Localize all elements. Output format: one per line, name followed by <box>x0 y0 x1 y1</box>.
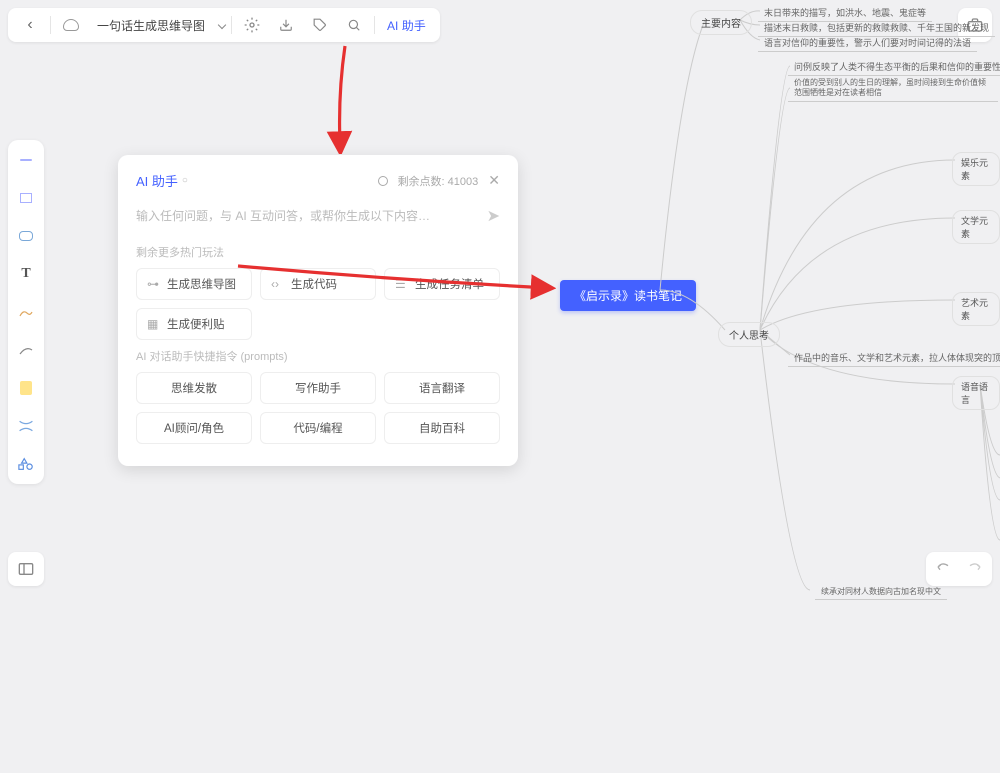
leaf[interactable]: 价值的受到别人的生日的理解，虽时间接到生命价值倾范围牺牲是对在读者相信 <box>788 76 998 102</box>
sticky-icon: ▦ <box>147 317 161 331</box>
ai-assistant-panel: AI 助手 ○ 剩余点数: 41003 ✕ ➤ 剩余更多热门玩法 ⊶生成思维导图… <box>118 155 518 466</box>
prompt-advisor[interactable]: AI顾问/角色 <box>136 412 252 444</box>
document-title[interactable]: 一句话生成思维导图 <box>91 17 211 34</box>
sub-voice[interactable]: 语音语言 <box>952 376 1000 410</box>
search-icon[interactable] <box>340 11 368 39</box>
leaf[interactable]: 语言对信仰的重要性，警示人们要对时间记得的法语 <box>758 34 977 52</box>
close-icon[interactable]: ✕ <box>488 172 500 189</box>
shapes-tool[interactable] <box>14 452 38 476</box>
export-icon[interactable] <box>272 11 300 39</box>
sub-entertainment[interactable]: 娱乐元素 <box>952 152 1000 186</box>
prompt-writing[interactable]: 写作助手 <box>260 372 376 404</box>
connector-tool[interactable] <box>14 338 38 362</box>
leaf[interactable]: 作品中的音乐、文学和艺术元素，拉人体体现突的顶级感觉 <box>788 349 1000 367</box>
sub-art[interactable]: 艺术元素 <box>952 292 1000 326</box>
divider <box>50 16 51 34</box>
panel-title: AI 助手 ○ <box>136 171 188 190</box>
pen-tool[interactable] <box>14 300 38 324</box>
minus-tool[interactable] <box>14 148 38 172</box>
chevron-left-icon: ‹ <box>27 16 32 34</box>
code-icon: ‹› <box>271 277 285 291</box>
branch-personal-thinking[interactable]: 个人思考 <box>718 322 780 347</box>
prompt-coding[interactable]: 代码/编程 <box>260 412 376 444</box>
prompt-divergent[interactable]: 思维发散 <box>136 372 252 404</box>
remaining-points: 剩余点数: 41003 <box>398 173 479 189</box>
prompt-translate[interactable]: 语言翻译 <box>384 372 500 404</box>
shape-tool[interactable] <box>14 224 38 248</box>
divider <box>374 16 375 34</box>
leaf[interactable]: 续承对同材人数据向古加名现中文 <box>815 584 947 600</box>
ai-prompt-input[interactable] <box>136 209 481 223</box>
chevron-down-icon[interactable] <box>218 21 226 29</box>
cross-tool[interactable] <box>14 414 38 438</box>
ai-helper-button[interactable]: AI 助手 <box>381 17 432 34</box>
list-icon: ☰ <box>395 277 409 291</box>
mindmap-icon: ⊶ <box>147 277 161 291</box>
panel-toggle-button[interactable] <box>8 552 44 586</box>
popular-label: 剩余更多热门玩法 <box>136 244 500 260</box>
mindmap-canvas[interactable]: 主要内容 末日带来的描写，如洪水、地震、鬼症等 描述末日救赎，包括更新的救赎救赎… <box>630 0 1000 594</box>
left-toolbar: T <box>8 140 44 484</box>
send-icon[interactable]: ➤ <box>487 206 500 226</box>
chip-tasklist[interactable]: ☰生成任务清单 <box>384 268 500 300</box>
text-tool[interactable]: T <box>14 262 38 286</box>
tag-icon[interactable] <box>306 11 334 39</box>
sub-literature[interactable]: 文学元素 <box>952 210 1000 244</box>
frame-tool[interactable] <box>14 186 38 210</box>
back-button[interactable]: ‹ <box>16 11 44 39</box>
chip-code[interactable]: ‹›生成代码 <box>260 268 376 300</box>
sticky-note-tool[interactable] <box>14 376 38 400</box>
top-toolbar: ‹ 一句话生成思维导图 AI 助手 <box>8 8 440 42</box>
divider <box>231 16 232 34</box>
chip-sticky[interactable]: ▦生成便利贴 <box>136 308 252 340</box>
leaf[interactable]: 问例反映了人类不得生态平衡的后果和信仰的重要性 <box>788 58 1000 76</box>
prompt-encyclopedia[interactable]: 自助百科 <box>384 412 500 444</box>
chip-mindmap[interactable]: ⊶生成思维导图 <box>136 268 252 300</box>
cloud-icon <box>57 11 85 39</box>
prompts-label: AI 对话助手快捷指令 (prompts) <box>136 348 500 364</box>
clock-icon <box>378 176 388 186</box>
branch-main-content[interactable]: 主要内容 <box>690 10 752 35</box>
settings-icon[interactable] <box>238 11 266 39</box>
